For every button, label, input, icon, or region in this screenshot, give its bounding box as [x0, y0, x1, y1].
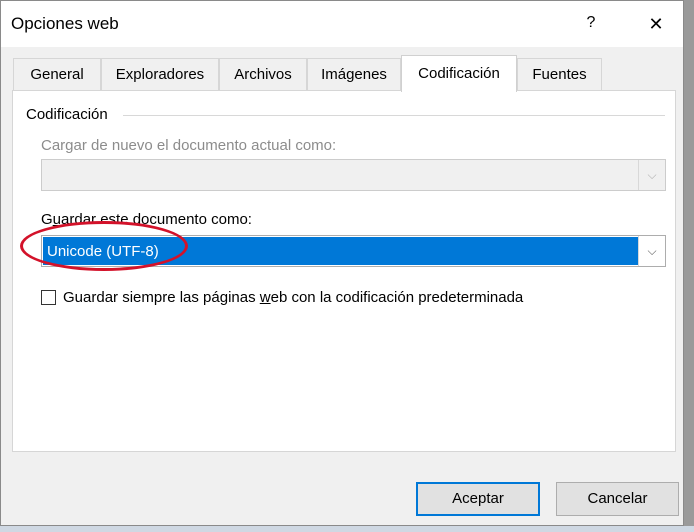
- tab-codificacion[interactable]: Codificación: [401, 55, 517, 92]
- background-app-area: [0, 526, 694, 532]
- always-default-encoding-checkbox[interactable]: [41, 290, 56, 305]
- tab-label: Fuentes: [532, 66, 587, 83]
- save-as-select[interactable]: Unicode (UTF-8) ⌵: [41, 235, 666, 267]
- help-button[interactable]: ?: [577, 9, 605, 37]
- accept-button[interactable]: Aceptar: [416, 482, 540, 516]
- tab-archivos[interactable]: Archivos: [219, 58, 307, 90]
- chevron-down-icon[interactable]: ⌵: [638, 236, 665, 266]
- web-options-dialog: Opciones web ? ✕ General Exploradores Ar…: [0, 0, 684, 526]
- tab-exploradores[interactable]: Exploradores: [101, 58, 219, 90]
- title-bar: Opciones web ? ✕: [1, 1, 683, 47]
- tab-general[interactable]: General: [13, 58, 101, 90]
- reload-as-label: Cargar de nuevo el documento actual como…: [41, 137, 337, 154]
- save-as-selected-value: Unicode (UTF-8): [43, 237, 638, 265]
- dialog-title: Opciones web: [11, 14, 119, 33]
- always-default-encoding-label[interactable]: Guardar siempre las páginas web con la c…: [63, 289, 523, 306]
- tab-label: Exploradores: [115, 66, 205, 83]
- chevron-down-icon: ⌵: [638, 160, 665, 190]
- tab-label: Codificación: [418, 65, 500, 82]
- reload-as-select: ⌵: [41, 159, 666, 191]
- group-title: Codificación: [26, 106, 114, 123]
- encoding-panel: Codificación Cargar de nuevo el document…: [12, 90, 676, 452]
- tab-label: Archivos: [234, 66, 292, 83]
- tab-label: General: [30, 66, 84, 83]
- save-as-value-text: Unicode (UTF-8): [47, 243, 159, 260]
- close-icon: ✕: [648, 14, 664, 34]
- close-button[interactable]: ✕: [641, 9, 671, 39]
- group-divider: [123, 115, 665, 116]
- tab-imagenes[interactable]: Imágenes: [307, 58, 401, 90]
- tab-label: Imágenes: [321, 66, 387, 83]
- reload-as-value: [43, 161, 638, 189]
- cancel-button[interactable]: Cancelar: [556, 482, 679, 516]
- save-as-label: Guardar este documento como:: [41, 211, 252, 228]
- tab-fuentes[interactable]: Fuentes: [517, 58, 602, 90]
